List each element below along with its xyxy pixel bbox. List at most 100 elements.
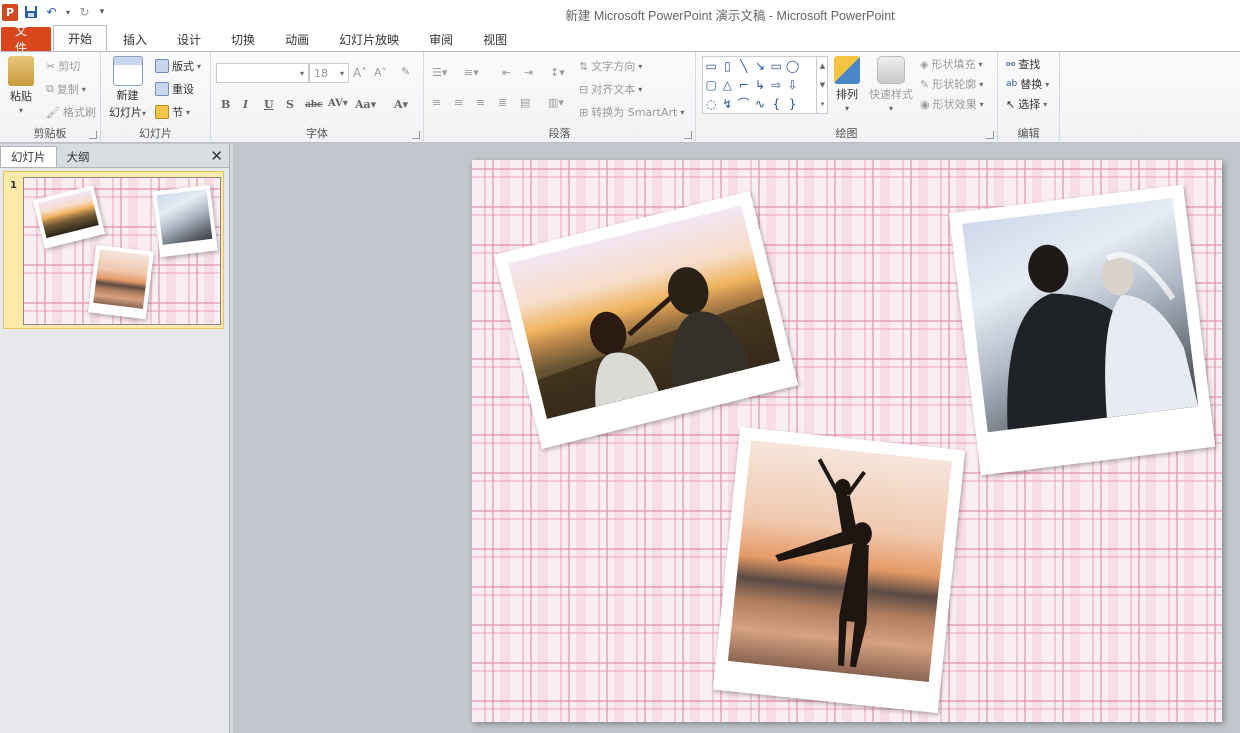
down-arrow-icon[interactable]: ⇩: [788, 78, 798, 92]
gallery-more-icon[interactable]: ▾: [821, 100, 825, 108]
elbow-connector-icon[interactable]: ⌐: [739, 78, 749, 92]
textbox-icon[interactable]: ▭: [705, 59, 716, 73]
section-button[interactable]: 节 ▾: [155, 104, 190, 120]
quick-styles-button[interactable]: 快速样式 ▾: [869, 56, 913, 113]
tab-slides[interactable]: 幻灯片: [0, 146, 57, 167]
vertical-textbox-icon[interactable]: ▯: [724, 59, 731, 73]
underline-icon[interactable]: U: [264, 98, 274, 111]
arrange-icon: [834, 56, 860, 84]
tab-design[interactable]: 设计: [163, 27, 215, 51]
increase-indent-button[interactable]: ⇥: [524, 66, 533, 79]
italic-icon[interactable]: I: [243, 98, 248, 111]
clear-formatting-button[interactable]: ✎: [401, 65, 410, 78]
curve-icon[interactable]: ↯: [722, 97, 732, 111]
tab-home[interactable]: 开始: [53, 25, 108, 51]
font-name-combo[interactable]: ▾: [216, 63, 309, 83]
shapes-gallery-scroll[interactable]: ▲ ▼ ▾: [816, 56, 828, 114]
copy-button[interactable]: ⧉ 复制 ▾: [46, 81, 86, 97]
line-icon[interactable]: ╲: [740, 59, 747, 73]
align-right-button[interactable]: ≡: [476, 96, 485, 109]
quick-styles-dropdown-icon: ▾: [888, 104, 893, 113]
bold-icon[interactable]: B: [221, 98, 230, 111]
format-painter-button[interactable]: 🖌 格式刷: [46, 104, 96, 120]
paste-button[interactable]: 粘贴 ▾: [8, 56, 34, 115]
new-slide-button[interactable]: 新建 幻灯片▾: [109, 56, 146, 120]
scroll-down-icon[interactable]: ▼: [820, 81, 825, 89]
arrange-button[interactable]: 排列 ▾: [834, 56, 860, 113]
arc-icon[interactable]: ⌒: [738, 95, 750, 112]
numbering-button[interactable]: ≡▾: [464, 66, 479, 79]
rectangle-icon[interactable]: ▭: [771, 59, 782, 73]
character-spacing-icon[interactable]: AV▾: [328, 98, 348, 109]
slide-canvas[interactable]: [472, 160, 1222, 722]
shape-effects-button[interactable]: ◉ 形状效果 ▾: [920, 96, 984, 112]
triangle-icon[interactable]: △: [723, 78, 732, 92]
tab-file[interactable]: 文件: [1, 24, 51, 55]
tab-view[interactable]: 视图: [469, 27, 521, 51]
scroll-up-icon[interactable]: ▲: [820, 62, 825, 70]
callout-icon[interactable]: ◌: [706, 97, 716, 111]
text-direction-button[interactable]: ⇅ 文字方向 ▾: [579, 58, 642, 74]
shape-fill-button[interactable]: ◈ 形状填充 ▾: [920, 56, 982, 72]
shape-outline-button[interactable]: ✎ 形状轮廓 ▾: [920, 76, 983, 92]
rounded-rect-icon[interactable]: ▢: [705, 78, 716, 92]
tab-animations[interactable]: 动画: [271, 27, 323, 51]
tab-review[interactable]: 审阅: [415, 27, 467, 51]
bullets-button[interactable]: ☰▾: [432, 66, 447, 79]
slide-thumbnail[interactable]: [23, 177, 221, 325]
smartart-icon: ⊞: [579, 105, 589, 119]
grow-font-button[interactable]: A˄: [353, 66, 367, 80]
decrease-indent-button[interactable]: ⇤: [502, 66, 511, 79]
reset-button[interactable]: 重设: [155, 81, 194, 97]
right-arrow-icon[interactable]: ⇨: [771, 78, 781, 92]
clipboard-launcher-icon[interactable]: [89, 131, 97, 139]
distribute-button[interactable]: ▤: [520, 96, 530, 109]
polaroid-photo-wedding[interactable]: [948, 184, 1216, 476]
right-brace-icon[interactable]: }: [789, 97, 797, 111]
left-brace-icon[interactable]: {: [772, 97, 780, 111]
strikethrough-icon[interactable]: abc: [305, 100, 323, 110]
select-button[interactable]: ↖ 选择 ▾: [1006, 96, 1047, 112]
drawing-launcher-icon[interactable]: [986, 131, 994, 139]
section-icon: [155, 105, 169, 119]
oval-icon[interactable]: ◯: [786, 59, 799, 73]
polaroid-photo-sunset-couple[interactable]: [493, 191, 799, 449]
elbow-arrow-icon[interactable]: ↳: [755, 78, 765, 92]
tab-transitions[interactable]: 切换: [217, 27, 269, 51]
paste-dropdown-icon: ▾: [18, 106, 23, 115]
arrow-line-icon[interactable]: ↘: [755, 59, 765, 73]
pane-splitter[interactable]: [230, 144, 233, 733]
columns-button[interactable]: ▥▾: [548, 96, 564, 109]
thumb-polaroid-1: [32, 185, 106, 249]
font-size-combo[interactable]: 18 ▾: [309, 63, 349, 83]
arrange-dropdown-icon: ▾: [844, 104, 849, 113]
polaroid-photo-beach-lift[interactable]: [712, 426, 966, 714]
new-slide-dropdown-icon: ▾: [142, 109, 147, 118]
shapes-gallery[interactable]: ▭ ▯ ╲ ↘ ▭ ◯ ▢ △ ⌐ ↳ ⇨ ⇩ ◌ ↯ ⌒ ∿ { }: [702, 56, 828, 114]
freeform-icon[interactable]: ∿: [755, 97, 765, 111]
change-case-icon[interactable]: Aa▾: [355, 98, 376, 111]
tab-outline[interactable]: 大纲: [57, 146, 100, 167]
font-launcher-icon[interactable]: [412, 131, 420, 139]
smartart-button[interactable]: ⊞ 转换为 SmartArt ▾: [579, 104, 684, 120]
close-icon[interactable]: ✕: [210, 147, 223, 165]
justify-button[interactable]: ≣: [498, 96, 507, 109]
tab-slideshow[interactable]: 幻灯片放映: [325, 27, 413, 51]
shrink-font-button[interactable]: A˅: [374, 66, 387, 79]
align-center-icon: ≡: [454, 96, 464, 109]
shadow-icon[interactable]: S: [286, 98, 294, 111]
align-text-button[interactable]: ⊟ 对齐文本 ▾: [579, 81, 642, 97]
paragraph-launcher-icon[interactable]: [684, 131, 692, 139]
slide-thumbnail-selected[interactable]: 1: [3, 171, 224, 329]
align-center-button[interactable]: ≡: [454, 96, 463, 109]
cut-button[interactable]: ✂ 剪切: [46, 58, 80, 74]
replace-button[interactable]: ab 替换 ▾: [1006, 76, 1049, 92]
find-button[interactable]: ⚯ 查找: [1006, 56, 1040, 72]
line-spacing-button[interactable]: ↕▾: [550, 66, 565, 79]
align-left-button[interactable]: ≡: [432, 96, 441, 109]
font-color-icon[interactable]: A▾: [394, 98, 408, 111]
layout-button[interactable]: 版式 ▾: [155, 58, 201, 74]
text-direction-icon: ⇅: [579, 59, 589, 73]
tab-insert[interactable]: 插入: [109, 27, 161, 51]
slides-group-label: 幻灯片: [139, 127, 172, 140]
